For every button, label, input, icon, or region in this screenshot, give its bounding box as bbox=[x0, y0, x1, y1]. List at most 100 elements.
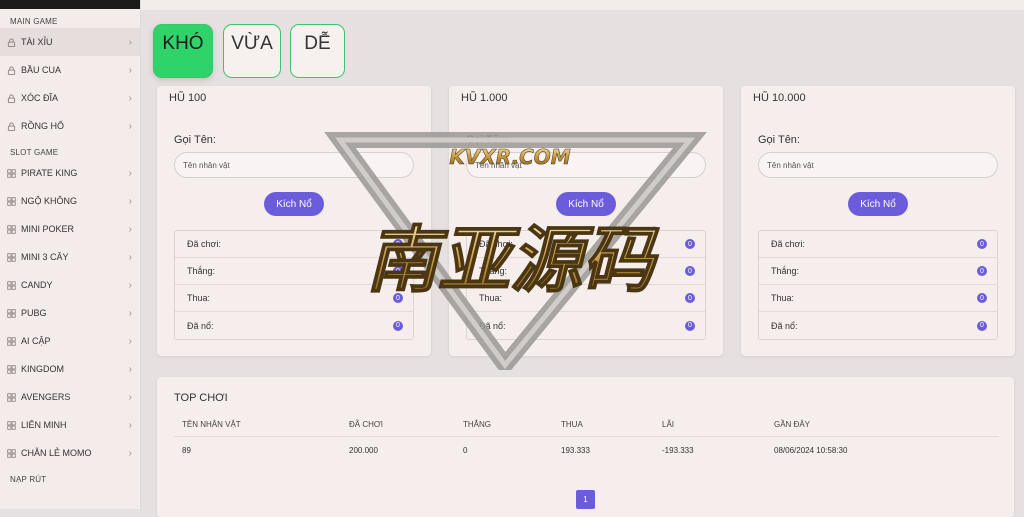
col-header-lost: THUA bbox=[561, 420, 583, 429]
top-bar bbox=[141, 0, 1024, 10]
cell-name: 89 bbox=[182, 446, 191, 455]
top-players-panel: TOP CHƠI TÊN NHÂN VẬT ĐÃ CHƠI THẮNG THUA… bbox=[157, 377, 1014, 517]
sidebar-item-label: MINI POKER bbox=[21, 224, 75, 234]
stat-value-badge: 0 bbox=[685, 320, 695, 331]
trigger-jackpot-button[interactable]: Kích Nổ bbox=[264, 192, 324, 216]
sidebar-item-mini-poker[interactable]: MINI POKER › bbox=[0, 215, 140, 243]
trigger-jackpot-button[interactable]: Kích Nổ bbox=[848, 192, 908, 216]
stat-value-badge: 0 bbox=[393, 239, 403, 249]
stat-value-badge: 0 bbox=[977, 320, 987, 331]
tab-vua[interactable]: VỪA bbox=[223, 24, 281, 78]
cell-lost: 193.333 bbox=[561, 446, 590, 455]
stat-value-badge: 0 bbox=[977, 266, 987, 276]
stat-label: Thua: bbox=[479, 293, 503, 303]
chevron-right-icon: › bbox=[128, 391, 132, 403]
stat-value-badge: 0 bbox=[685, 266, 695, 276]
stat-value-badge: 0 bbox=[393, 320, 403, 331]
trigger-jackpot-button[interactable]: Kích Nổ bbox=[556, 192, 616, 216]
sidebar-item-label: PIRATE KING bbox=[21, 168, 78, 178]
grid-icon bbox=[7, 168, 16, 178]
stat-label: Đã chơi: bbox=[479, 239, 513, 249]
stat-row: Đã chơi: 0 bbox=[467, 231, 705, 258]
sidebar-item-label: CHẴN LẺ MOMO bbox=[21, 448, 92, 458]
sidebar-item-label: RỒNG HỔ bbox=[21, 121, 65, 131]
stat-label: Thắng: bbox=[479, 266, 508, 276]
tab-de[interactable]: DỄ bbox=[290, 24, 345, 78]
sidebar-item-label: CANDY bbox=[21, 280, 53, 290]
sidebar-item-label: AI CẬP bbox=[21, 336, 51, 346]
stat-value-badge: 0 bbox=[685, 239, 695, 249]
stats-list: Đã chơi: 0 Thắng: 0 Thua: 0 Đã nổ: 0 bbox=[466, 230, 706, 340]
chevron-right-icon: › bbox=[128, 195, 132, 207]
sidebar-item-pirate-king[interactable]: PIRATE KING › bbox=[0, 159, 140, 187]
stat-row: Đã chơi: 0 bbox=[175, 231, 413, 258]
stat-label: Đã nổ: bbox=[771, 320, 798, 331]
character-name-input[interactable] bbox=[466, 152, 706, 178]
sidebar-item-pubg[interactable]: PUBG › bbox=[0, 299, 140, 327]
sidebar-item-label: MINI 3 CÂY bbox=[21, 252, 69, 262]
stat-label: Đã chơi: bbox=[187, 239, 221, 249]
chevron-right-icon: › bbox=[128, 64, 132, 76]
chevron-right-icon: › bbox=[128, 251, 132, 263]
jackpot-title: HŨ 10.000 bbox=[753, 92, 806, 104]
stats-list: Đã chơi: 0 Thắng: 0 Thua: 0 Đã nổ: 0 bbox=[758, 230, 998, 340]
sidebar-item-label: BẦU CUA bbox=[21, 65, 62, 75]
col-header-profit: LÃI bbox=[662, 420, 675, 429]
pagination-page-button[interactable]: 1 bbox=[576, 490, 595, 509]
stat-row: Thắng: 0 bbox=[175, 258, 413, 285]
col-header-recent: GẦN ĐÂY bbox=[774, 420, 811, 429]
chevron-right-icon: › bbox=[128, 167, 132, 179]
name-label: Gọi Tên: bbox=[174, 134, 216, 146]
sidebar-section-title: MAIN GAME bbox=[10, 17, 58, 26]
grid-icon bbox=[7, 280, 16, 290]
sidebar-item-label: KINGDOM bbox=[21, 364, 65, 374]
chevron-right-icon: › bbox=[128, 363, 132, 375]
cell-played: 200.000 bbox=[349, 446, 378, 455]
cell-recent: 08/06/2024 10:58:30 bbox=[774, 446, 848, 455]
stat-row: Thua: 0 bbox=[467, 285, 705, 312]
sidebar-section-title[interactable]: NẠP RÚT bbox=[0, 467, 140, 486]
sidebar-item-ngộ-không[interactable]: NGỘ KHÔNG › bbox=[0, 187, 140, 215]
sidebar-item-tài-xỉu[interactable]: TÀI XỈU › bbox=[0, 28, 140, 56]
tab-kho[interactable]: KHÓ bbox=[153, 24, 213, 78]
lock-icon bbox=[7, 121, 16, 131]
stat-value-badge: 0 bbox=[393, 266, 403, 276]
stat-label: Thắng: bbox=[771, 266, 800, 276]
sidebar-item-chẵn-lẻ-momo[interactable]: CHẴN LẺ MOMO › bbox=[0, 439, 140, 467]
cell-profit: -193.333 bbox=[662, 446, 694, 455]
stat-value-badge: 0 bbox=[977, 239, 987, 249]
chevron-right-icon: › bbox=[128, 335, 132, 347]
chevron-right-icon: › bbox=[128, 419, 132, 431]
stat-row: Đã nổ: 0 bbox=[467, 312, 705, 339]
character-name-input[interactable] bbox=[174, 152, 414, 178]
sidebar-item-candy[interactable]: CANDY › bbox=[0, 271, 140, 299]
col-header-played: ĐÃ CHƠI bbox=[349, 420, 383, 429]
sidebar-item-label: PUBG bbox=[21, 308, 47, 318]
chevron-right-icon: › bbox=[128, 307, 132, 319]
grid-icon bbox=[7, 336, 16, 346]
chevron-right-icon: › bbox=[128, 447, 132, 459]
sidebar-item-mini-3-cây[interactable]: MINI 3 CÂY › bbox=[0, 243, 140, 271]
sidebar-item-liên-minh[interactable]: LIÊN MINH › bbox=[0, 411, 140, 439]
sidebar-item-bầu-cua[interactable]: BẦU CUA › bbox=[0, 56, 140, 84]
grid-icon bbox=[7, 420, 16, 430]
col-header-won: THẮNG bbox=[463, 420, 491, 429]
cell-won: 0 bbox=[463, 446, 468, 455]
character-name-input[interactable] bbox=[758, 152, 998, 178]
sidebar-menu: MAIN GAME TÀI XỈU › BẦU CUA › XÓC ĐĨA › RỒNG HỔ… bbox=[0, 9, 140, 486]
sidebar-item-avengers[interactable]: AVENGERS › bbox=[0, 383, 140, 411]
sidebar-item-xóc-đĩa[interactable]: XÓC ĐĨA › bbox=[0, 84, 140, 112]
name-label: Gọi Tên: bbox=[758, 134, 800, 146]
jackpot-title: HŨ 1.000 bbox=[461, 92, 508, 104]
sidebar-item-rồng-hổ[interactable]: RỒNG HỔ › bbox=[0, 112, 140, 140]
stat-row: Đã nổ: 0 bbox=[175, 312, 413, 339]
grid-icon bbox=[7, 252, 16, 262]
stat-label: Thua: bbox=[771, 293, 795, 303]
sidebar-item-kingdom[interactable]: KINGDOM › bbox=[0, 355, 140, 383]
sidebar-item-ai-cập[interactable]: AI CẬP › bbox=[0, 327, 140, 355]
sidebar-header-bar bbox=[0, 0, 140, 9]
stat-label: Đã chơi: bbox=[771, 239, 805, 249]
jackpot-card: HŨ 10.000 Gọi Tên: Kích Nổ Đã chơi: 0 Thắng: 0… bbox=[741, 86, 1015, 356]
sidebar-item-label: XÓC ĐĨA bbox=[21, 93, 59, 103]
stat-label: Đã nổ: bbox=[479, 320, 506, 331]
